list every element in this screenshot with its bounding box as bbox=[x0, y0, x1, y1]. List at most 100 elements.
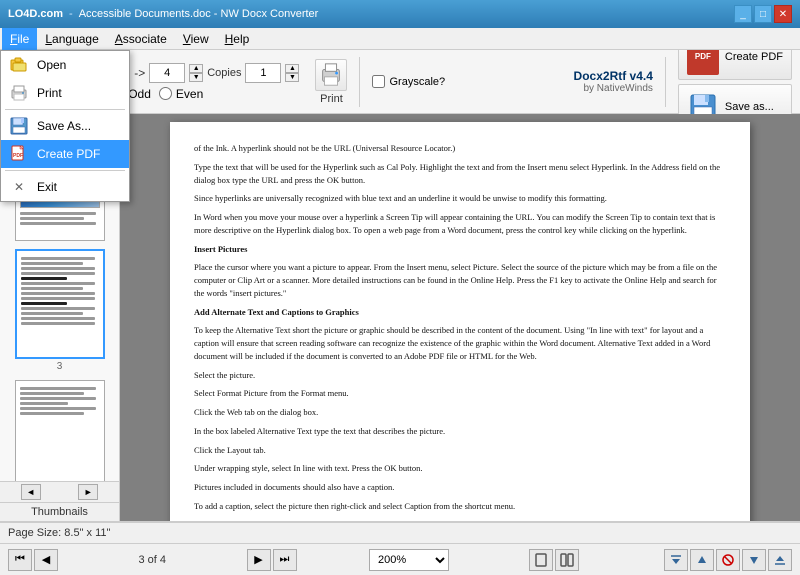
thumbnail-4[interactable]: 4 bbox=[4, 380, 115, 481]
menu-item-associate[interactable]: Associate bbox=[107, 28, 175, 50]
para-14: To add a caption, select the picture the… bbox=[194, 500, 726, 513]
title-separator: - bbox=[69, 8, 73, 20]
para-7: Select the picture. bbox=[194, 369, 726, 382]
menu-saveas[interactable]: Save As... bbox=[1, 112, 129, 140]
grayscale-label[interactable]: Grayscale? bbox=[372, 75, 445, 88]
go-down-button[interactable] bbox=[742, 549, 766, 571]
go-up-button[interactable] bbox=[690, 549, 714, 571]
section-alternate-text: Add Alternate Text and Captions to Graph… bbox=[194, 306, 726, 319]
para-5: Place the cursor where you want a pictur… bbox=[194, 261, 726, 299]
menu-help-label: Help bbox=[225, 32, 250, 46]
to-down-arrow[interactable]: ▼ bbox=[189, 73, 203, 82]
exit-label: Exit bbox=[37, 180, 57, 194]
menu-item-file[interactable]: File bbox=[2, 28, 37, 50]
thumb-num-3: 3 bbox=[57, 361, 63, 372]
para-8: Select Format Picture from the Format me… bbox=[194, 387, 726, 400]
para-11: Click the Layout tab. bbox=[194, 444, 726, 457]
print-label: Print bbox=[37, 86, 62, 100]
svg-text:PDF: PDF bbox=[13, 153, 23, 159]
first-page-button[interactable]: ⏮ bbox=[8, 549, 32, 571]
separator-2 bbox=[665, 57, 666, 107]
menu-print[interactable]: Print bbox=[1, 79, 129, 107]
version-sub: by NativeWinds bbox=[574, 83, 653, 94]
go-to-top-button[interactable] bbox=[664, 549, 688, 571]
para-6: To keep the Alternative Text short the p… bbox=[194, 324, 726, 362]
exit-icon: ✕ bbox=[9, 177, 29, 197]
para-1: of the Ink. A hyperlink should not be th… bbox=[194, 142, 726, 155]
menu-item-help[interactable]: Help bbox=[217, 28, 258, 50]
para-12: Under wrapping style, select In line wit… bbox=[194, 462, 726, 475]
to-up-arrow[interactable]: ▲ bbox=[189, 64, 203, 73]
grayscale-text: Grayscale? bbox=[389, 76, 445, 88]
thumb-img-3[interactable] bbox=[15, 249, 105, 359]
prev-page-button[interactable]: ◀ bbox=[34, 549, 58, 571]
go-to-bottom-button[interactable] bbox=[768, 549, 792, 571]
version-section: Docx2Rtf v4.4 by NativeWinds bbox=[574, 69, 653, 94]
radio-even[interactable] bbox=[159, 87, 172, 100]
copies-up-arrow[interactable]: ▲ bbox=[285, 64, 299, 73]
range-arrow: -> bbox=[134, 66, 145, 80]
nav-buttons-left: ⏮ ◀ bbox=[8, 549, 58, 571]
sidebar-left-arrow[interactable]: ◄ bbox=[21, 484, 41, 500]
print-button[interactable] bbox=[315, 59, 347, 91]
last-page-button[interactable]: ⏭ bbox=[273, 549, 297, 571]
thumb-img-4[interactable] bbox=[15, 380, 105, 481]
sidebar-nav: ◄ ► bbox=[0, 481, 119, 502]
thumbnail-3[interactable]: 3 bbox=[4, 249, 115, 372]
page-range-to-spinner: ▲ ▼ bbox=[189, 64, 203, 82]
createpdf-label: Create PDF bbox=[37, 147, 100, 161]
nav-buttons-right: ▶ ⏭ bbox=[247, 549, 297, 571]
menu-language-label: Language bbox=[45, 32, 98, 46]
open-label: Open bbox=[37, 58, 66, 72]
document-text: of the Ink. A hyperlink should not be th… bbox=[194, 142, 726, 521]
page-size-value: 8.5" x 11" bbox=[64, 527, 110, 539]
para-13: Pictures included in documents should al… bbox=[194, 481, 726, 494]
title-bar: LO4D.com - Accessible Documents.doc - NW… bbox=[0, 0, 800, 28]
sidebar-right-arrow[interactable]: ► bbox=[78, 484, 98, 500]
close-button[interactable]: ✕ bbox=[774, 5, 792, 23]
grayscale-checkbox[interactable] bbox=[372, 75, 385, 88]
para-4: In Word when you move your mouse over a … bbox=[194, 211, 726, 237]
minimize-button[interactable]: _ bbox=[734, 5, 752, 23]
dual-page-view-button[interactable] bbox=[555, 549, 579, 571]
menu-item-view[interactable]: View bbox=[175, 28, 217, 50]
menu-separator-2 bbox=[5, 170, 125, 171]
para-15: Type the Caption text and press the OK b… bbox=[194, 519, 726, 522]
saveas-icon bbox=[9, 116, 29, 136]
grayscale-section: Grayscale? bbox=[372, 75, 445, 88]
content-scroll[interactable]: of the Ink. A hyperlink should not be th… bbox=[120, 114, 800, 521]
copies-input[interactable] bbox=[245, 63, 281, 83]
menu-createpdf[interactable]: PDF Create PDF bbox=[1, 140, 129, 168]
thumb-lines-4 bbox=[16, 381, 104, 421]
open-icon bbox=[9, 55, 29, 75]
stop-button[interactable] bbox=[716, 549, 740, 571]
radio-even-label[interactable]: Even bbox=[159, 87, 203, 101]
menu-view-label: View bbox=[183, 32, 209, 46]
page-info: 3 of 4 bbox=[138, 554, 166, 566]
thumb-lines-3 bbox=[17, 251, 103, 331]
next-page-button[interactable]: ▶ bbox=[247, 549, 271, 571]
menu-item-language[interactable]: Language bbox=[37, 28, 106, 50]
printer-svg bbox=[318, 61, 344, 89]
menu-exit[interactable]: ✕ Exit bbox=[1, 173, 129, 201]
print-menu-icon bbox=[9, 83, 29, 103]
para-2: Type the text that will be used for the … bbox=[194, 161, 726, 187]
status-left: Page Size: 8.5" x 11" bbox=[8, 527, 110, 539]
page-range-to[interactable] bbox=[149, 63, 185, 83]
zoom-select[interactable]: 200% 50% 75% 100% 150% 300% bbox=[369, 549, 449, 571]
content-area: of the Ink. A hyperlink should not be th… bbox=[120, 114, 800, 521]
menu-open[interactable]: Open bbox=[1, 51, 129, 79]
print-label-text: Print bbox=[320, 93, 343, 105]
page-size-label: Page Size: bbox=[8, 527, 61, 539]
menu-bar: File Language Associate View Help Open bbox=[0, 28, 800, 50]
maximize-button[interactable]: □ bbox=[754, 5, 772, 23]
para-10: In the box labeled Alternative Text type… bbox=[194, 425, 726, 438]
title-bar-left: LO4D.com - Accessible Documents.doc - NW… bbox=[8, 8, 318, 20]
version-title: Docx2Rtf v4.4 bbox=[574, 69, 653, 83]
copies-down-arrow[interactable]: ▼ bbox=[285, 73, 299, 82]
copies-spinner: ▲ ▼ bbox=[285, 64, 299, 82]
section-insert-pictures: Insert Pictures bbox=[194, 243, 726, 256]
thumbnails-label: Thumbnails bbox=[0, 502, 119, 521]
single-page-view-button[interactable] bbox=[529, 549, 553, 571]
app-logo: LO4D.com bbox=[8, 8, 63, 20]
